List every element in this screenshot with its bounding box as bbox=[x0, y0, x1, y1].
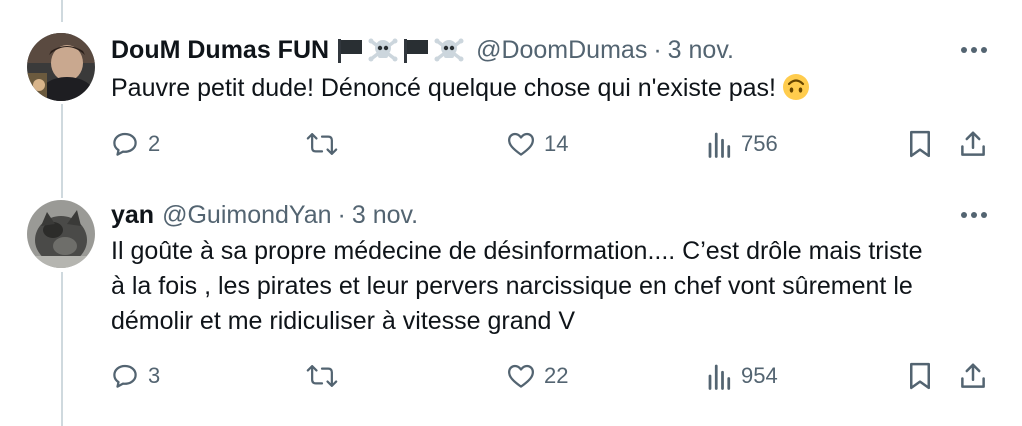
like-count: 22 bbox=[544, 363, 569, 388]
reply-icon bbox=[113, 364, 137, 388]
tweet-date[interactable]: 3 nov. bbox=[352, 200, 418, 230]
display-name[interactable]: DouM Dumas FUN bbox=[111, 35, 329, 65]
skull-and-crossbones-icon bbox=[434, 38, 464, 62]
separator-dot: · bbox=[653, 36, 662, 64]
tweet-actions: 3 22 954 bbox=[0, 356, 1022, 396]
bookmark-icon bbox=[910, 130, 930, 158]
views-button[interactable]: 954 bbox=[707, 356, 778, 396]
more-options-icon[interactable] bbox=[956, 200, 992, 230]
more-options-icon[interactable] bbox=[956, 35, 992, 65]
reply-icon bbox=[113, 132, 137, 156]
heart-icon bbox=[508, 132, 534, 156]
share-icon bbox=[961, 131, 985, 156]
tweet-header: yan @GuimondYan · 3 nov. bbox=[111, 200, 418, 230]
user-handle[interactable]: @GuimondYan bbox=[162, 200, 331, 230]
like-button[interactable]: 22 bbox=[506, 356, 568, 396]
analytics-icon bbox=[708, 132, 731, 158]
retweet-button[interactable] bbox=[306, 356, 346, 396]
share-icon bbox=[961, 363, 985, 388]
views-button[interactable]: 756 bbox=[707, 124, 778, 164]
user-handle[interactable]: @DoomDumas bbox=[476, 35, 647, 65]
tweet-actions: 2 14 756 bbox=[0, 124, 1022, 164]
separator-dot: · bbox=[337, 201, 346, 229]
name-emojis bbox=[335, 36, 464, 64]
tweet[interactable]: DouM Dumas FUN @DoomDumas · 3 nov. Pauvr… bbox=[0, 0, 1022, 200]
heart-icon bbox=[508, 364, 534, 388]
tweet-text-line: démolir et me ridiculiser à vitesse gran… bbox=[111, 307, 576, 335]
bookmark-icon bbox=[910, 362, 930, 390]
bookmark-button[interactable] bbox=[906, 124, 934, 164]
like-button[interactable]: 14 bbox=[506, 124, 568, 164]
reply-count: 3 bbox=[148, 363, 161, 388]
skull-and-crossbones-icon bbox=[368, 38, 398, 62]
reply-button[interactable]: 2 bbox=[110, 124, 160, 164]
reply-count: 2 bbox=[148, 131, 161, 156]
share-button[interactable] bbox=[958, 124, 988, 164]
tweet-date[interactable]: 3 nov. bbox=[668, 35, 734, 65]
avatar[interactable] bbox=[27, 200, 95, 268]
view-count: 954 bbox=[741, 363, 778, 388]
tweet-text-line: à la fois , les pirates et leur pervers … bbox=[111, 272, 913, 300]
analytics-icon bbox=[708, 364, 731, 390]
black-flag-icon bbox=[404, 39, 429, 63]
tweet-text: Il goûte à sa propre médecine de désinfo… bbox=[111, 234, 991, 339]
retweet-button[interactable] bbox=[306, 124, 346, 164]
reply-button[interactable]: 3 bbox=[110, 356, 160, 396]
retweet-icon bbox=[306, 133, 338, 155]
view-count: 756 bbox=[741, 131, 778, 156]
black-flag-icon bbox=[338, 39, 363, 63]
display-name[interactable]: yan bbox=[111, 200, 154, 230]
upside-down-face-icon bbox=[782, 74, 809, 100]
avatar[interactable] bbox=[27, 33, 95, 101]
bookmark-button[interactable] bbox=[906, 356, 934, 396]
tweet-text-line: Il goûte à sa propre médecine de désinfo… bbox=[111, 237, 923, 265]
tweet-text-line: Pauvre petit dude! Dénoncé quelque chose… bbox=[111, 74, 776, 102]
tweet-header: DouM Dumas FUN @DoomDumas · 3 nov. bbox=[111, 35, 734, 65]
tweet-text: Pauvre petit dude! Dénoncé quelque chose… bbox=[111, 71, 991, 106]
share-button[interactable] bbox=[958, 356, 988, 396]
like-count: 14 bbox=[544, 131, 569, 156]
retweet-icon bbox=[306, 365, 338, 387]
tweet[interactable]: yan @GuimondYan · 3 nov. Il goûte à sa p… bbox=[0, 200, 1022, 426]
